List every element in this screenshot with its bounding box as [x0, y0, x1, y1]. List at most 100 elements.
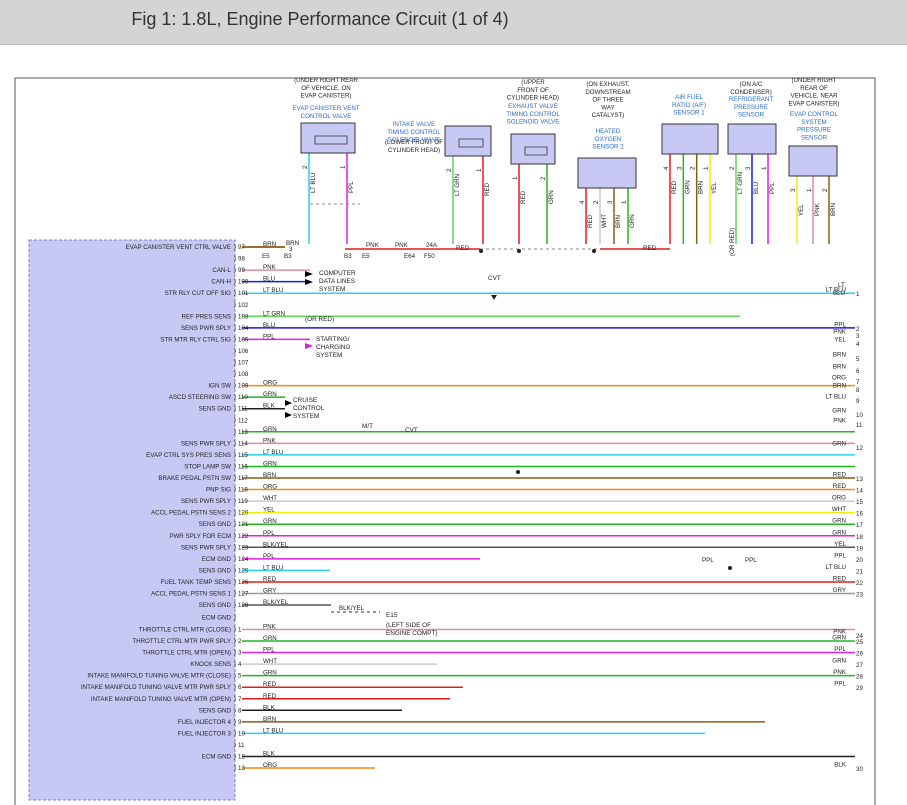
ref-color-label: LT BLU [826, 564, 846, 571]
ecm-pin-number: 109 [238, 383, 249, 390]
arrow-icon [305, 271, 313, 277]
side-note: STARTING/ [316, 336, 350, 343]
side-note: ENGINE COMPT) [386, 630, 437, 637]
junction-dot [517, 249, 521, 253]
ref-number: 4 [856, 341, 860, 348]
side-note: CONTROL [293, 405, 325, 412]
ref-color-label: BRN [833, 352, 846, 359]
connector-pin: 3 [289, 246, 293, 253]
ecm-pin-number: 105 [238, 336, 249, 343]
wire-color-label: BLK/YEL [339, 605, 365, 612]
component-pin-wire: YEL [711, 182, 718, 194]
component-body [727, 123, 777, 155]
component-note: (ON EXHAUST, [586, 81, 630, 88]
ecm-pin-label: INTAKE MANIFOLD TUNING VALVE MTR PWR SPL… [81, 684, 231, 691]
ecm-pin-label: CAN-L [212, 267, 231, 274]
ecm-pin-number: 118 [238, 487, 248, 494]
connector-code: B3 [284, 253, 292, 260]
arrow-icon [305, 343, 313, 349]
component-pin-wire: BRN [615, 215, 622, 228]
component-note: REAR OF [800, 85, 828, 92]
component-pin-number: 2 [690, 166, 697, 170]
ecm-pin-label: SENS GND [199, 567, 232, 574]
ecm-pin-number: 100 [238, 279, 249, 286]
ecm-pin-number: 106 [238, 348, 249, 355]
ecm-pin-number: 110 [238, 394, 248, 401]
ecm-pin-number: 107 [238, 360, 249, 367]
ref-color-label: PPL [834, 321, 846, 328]
ecm-pin-label: IGN SW [208, 383, 231, 390]
component-name: SENSOR [738, 112, 765, 119]
side-note: SYSTEM [293, 413, 319, 420]
ecm-pin-number: 7 [238, 696, 242, 703]
ecm-pin-number: 12 [238, 754, 245, 761]
components-layer: 2LT BLU1PPL2LT GRN1RED1RED2GRN 4RED2WHT3B… [300, 122, 838, 228]
component-1: 2LT GRN 1 RED [444, 125, 492, 196]
connector-code: 24A [426, 242, 438, 249]
ref-number: 12 [856, 445, 863, 452]
component-pin-wire: PPL [769, 182, 776, 194]
component-pin-number: 3 [745, 166, 752, 170]
component-body [577, 157, 637, 189]
ref-number: 11 [856, 422, 863, 429]
ref-number: 14 [856, 488, 863, 495]
ref-color-label: PPL [834, 646, 846, 653]
component-pin-wire: BLU [753, 182, 760, 194]
wire-color-label: PNK [366, 242, 380, 249]
component-note: OF VEHICLE, ON [301, 85, 351, 92]
connector-code: B3 [344, 253, 352, 260]
component-2: 1 RED 2 GRN [510, 133, 556, 204]
ref-number: 5 [856, 356, 860, 363]
component-pin-wire: LT GRN [737, 172, 744, 194]
component-note: (ON A/C [739, 81, 763, 88]
wire-layer: BRN PNK BLU LT BLU LT GRN BLU PPL ORG GRN BLK GRN P… [242, 153, 855, 769]
side-note: M/T [362, 423, 373, 430]
component-pin-number: 2 [302, 165, 309, 169]
ecm-pin-number: 103 [238, 313, 249, 320]
component-note: CYLINDER HEAD) [507, 95, 559, 102]
component-name: SOLENOID VALVE [388, 137, 441, 144]
ecm-pin-number: 98 [238, 256, 245, 263]
ecm-pin-label: SENS PWR SPLY [181, 325, 231, 332]
ecm-pin-label: EVAP CANISTER VENT CTRL VALVE [126, 244, 231, 251]
ref-color-label: RED [833, 483, 847, 490]
ecm-pin-number: 127 [238, 591, 249, 598]
component-pin-number: 2 [540, 176, 547, 180]
component-pin-number: 3 [607, 200, 614, 204]
component-name: EVAP CANISTER VENT [292, 105, 359, 112]
ref-color-label: GRN [832, 518, 846, 525]
ecm-pin-label: THROTTLE CTRL MTR PWR SPLY [132, 638, 231, 645]
component-pin-number: 4 [579, 200, 586, 204]
ref-number: 3 [856, 333, 860, 340]
wire-color-label: BRN [286, 240, 299, 247]
arrow-icon [285, 400, 292, 406]
ecm-pin-label: BRAKE PEDAL PSTN SW [158, 475, 231, 482]
ecm-pin-label: ECM GND [202, 754, 232, 761]
ecm-pin-number: 5 [238, 673, 242, 680]
ecm-pin-number: 1 [238, 626, 242, 633]
ecm-pin-label: SENS GND [199, 406, 232, 413]
ecm-pin-label: ACCL PEDAL PSTN SENS 1 [151, 591, 232, 598]
component-pin-wire: GRN [629, 214, 636, 228]
ecm-pin-label: FUEL INJECTOR 4 [178, 719, 232, 726]
ecm-pin-label: SENS PWR SPLY [181, 498, 231, 505]
ref-number: 6 [856, 368, 860, 375]
ecm-pin-label: FUEL INJECTOR 3 [178, 730, 232, 737]
component-pin-number: 1 [761, 166, 768, 170]
component-note: DOWNSTREAM [585, 89, 630, 96]
component-pin-number: 2 [593, 200, 600, 204]
arrow-icon [285, 412, 292, 418]
component-pin-wire: BRN [698, 181, 705, 194]
component-note: (UNDER RIGHT REAR [294, 77, 358, 84]
ref-number: 20 [856, 557, 863, 564]
ecm-pin-number: 124 [238, 556, 249, 563]
ecm-pin-label: SENS GND [199, 602, 232, 609]
arrow-icon [305, 279, 313, 285]
wiring-diagram: BRN PNK BLU LT BLU LT GRN BLU PPL ORG GRN BLK GRN P… [14, 77, 876, 805]
component-pin-wire: LT GRN [454, 174, 461, 196]
ref-number: 23 [856, 592, 863, 599]
ref-color-label: PPL [834, 681, 846, 688]
component-pin-wire: RED [520, 190, 527, 204]
component-name: INTAKE VALVE [393, 121, 436, 128]
component-name: TIMING CONTROL [506, 111, 560, 118]
